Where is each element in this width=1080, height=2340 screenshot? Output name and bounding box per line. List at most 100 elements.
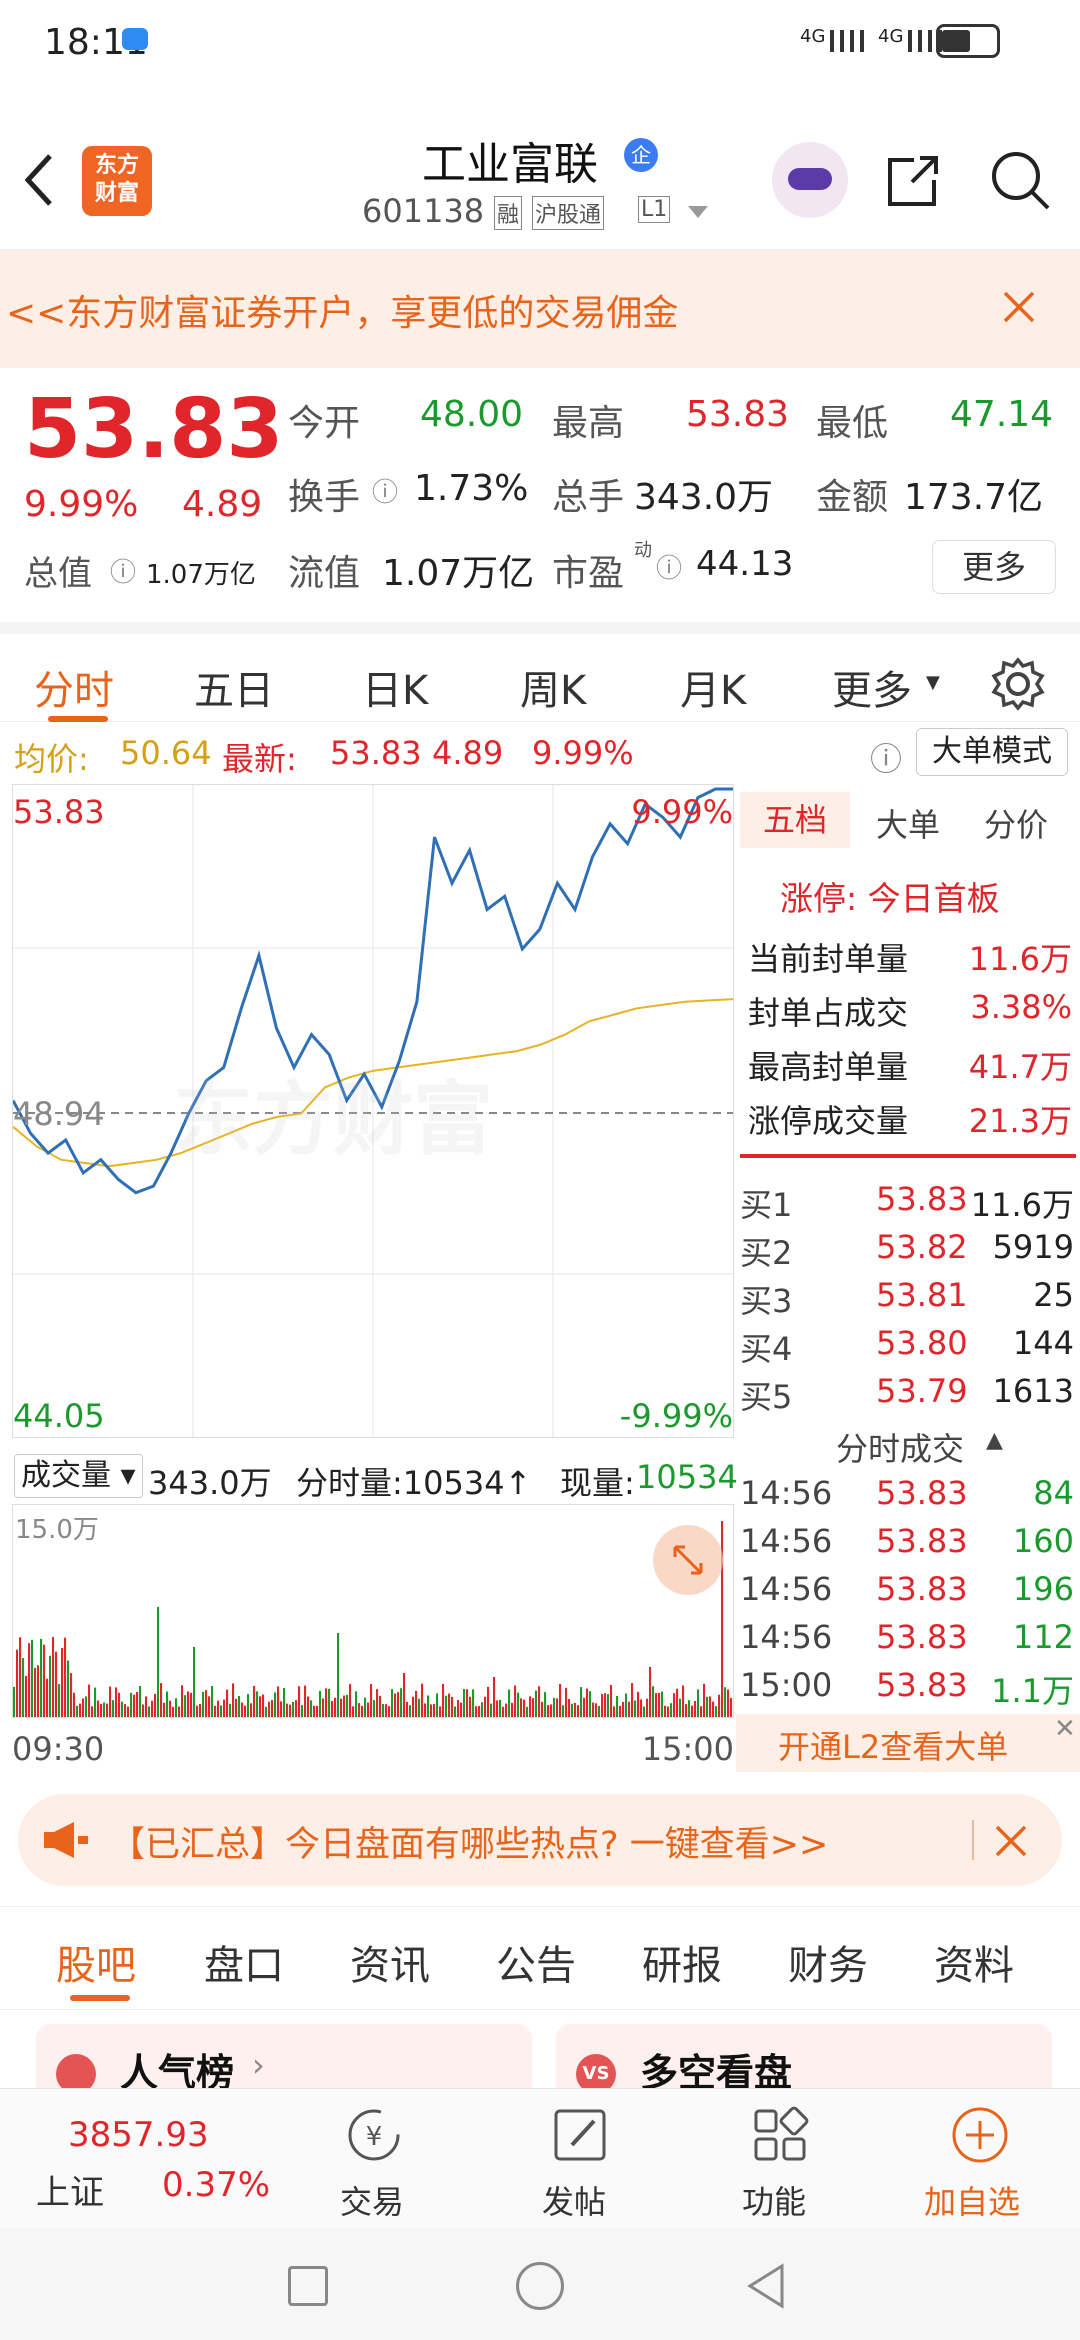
l2-text[interactable]: 开通L2查看大单 bbox=[778, 1722, 1008, 1768]
depth-tab-big-order[interactable]: 大单 bbox=[876, 800, 940, 846]
robot-avatar-icon[interactable] bbox=[772, 142, 848, 218]
share-icon[interactable] bbox=[884, 150, 944, 210]
section-tab[interactable]: 资料 bbox=[934, 1933, 1014, 1991]
volume-bar bbox=[496, 1700, 499, 1717]
enterprise-badge: 企 bbox=[624, 138, 658, 172]
tab-daily-k[interactable]: 日K bbox=[362, 658, 428, 716]
card-title: 人气榜 bbox=[120, 2051, 235, 2088]
promo-text[interactable]: 东方财富证券开户，享更低的交易佣金>> bbox=[6, 284, 766, 336]
home-icon[interactable] bbox=[516, 2262, 564, 2310]
tab-underline bbox=[70, 1995, 130, 2001]
stock-header: 东方 财富 工业富联 企 601138 融 沪股通 L1 bbox=[0, 120, 1080, 250]
recent-apps-icon[interactable] bbox=[288, 2266, 328, 2306]
tab-intraday[interactable]: 分时 bbox=[34, 658, 114, 716]
volume-bar bbox=[43, 1644, 46, 1717]
volume-bar bbox=[451, 1696, 454, 1717]
volume-bar bbox=[169, 1700, 172, 1717]
nav-trade[interactable]: ¥ 交易 bbox=[318, 2089, 438, 2229]
volume-bar bbox=[289, 1704, 292, 1717]
bid-volume: 25 bbox=[1033, 1276, 1074, 1314]
section-tab[interactable]: 公告 bbox=[496, 1933, 576, 1991]
close-icon[interactable]: ✕ bbox=[1054, 1714, 1076, 1744]
search-icon[interactable] bbox=[988, 148, 1052, 212]
section-tab[interactable]: 股吧 bbox=[56, 1933, 136, 1991]
back-nav-icon[interactable] bbox=[744, 2262, 788, 2310]
volume-bar bbox=[697, 1689, 700, 1717]
volume-bar bbox=[409, 1705, 412, 1717]
tab-five-day[interactable]: 五日 bbox=[194, 658, 274, 716]
volume-bar bbox=[403, 1673, 406, 1717]
info-icon[interactable]: ⓘ bbox=[372, 472, 398, 509]
expand-icon[interactable] bbox=[653, 1525, 723, 1595]
section-tab[interactable]: 资讯 bbox=[350, 1933, 430, 1991]
section-tab[interactable]: 财务 bbox=[788, 1933, 868, 1991]
trade-time: 14:56 bbox=[740, 1570, 833, 1608]
volume-chart[interactable]: 15.0万 bbox=[12, 1504, 734, 1718]
volume-bar bbox=[460, 1702, 463, 1717]
volume-bar bbox=[520, 1698, 523, 1717]
app-logo[interactable]: 东方 财富 bbox=[82, 146, 152, 216]
card-popularity[interactable]: 人气榜 › bbox=[36, 2024, 532, 2088]
limit-stat-value: 41.7万 bbox=[968, 1048, 1072, 1086]
volume-bar bbox=[247, 1694, 250, 1717]
gear-icon[interactable] bbox=[990, 656, 1046, 712]
promo-banner[interactable]: 东方财富证券开户，享更低的交易佣金>> bbox=[0, 250, 1080, 368]
depth-tab-price[interactable]: 分价 bbox=[984, 800, 1048, 846]
volume-selector[interactable]: 成交量 ▾ bbox=[14, 1454, 143, 1498]
big-order-mode-button[interactable]: 大单模式 bbox=[916, 728, 1068, 776]
volume-bar bbox=[364, 1697, 367, 1717]
close-icon[interactable] bbox=[994, 1824, 1028, 1858]
back-icon[interactable] bbox=[20, 150, 60, 210]
volume-bar bbox=[673, 1693, 676, 1717]
hot-topics-notice[interactable]: 【已汇总】今日盘面有哪些热点? 一键查看>> bbox=[18, 1794, 1062, 1886]
bid-label: 买5 bbox=[740, 1378, 793, 1416]
pe-label: 市盈 bbox=[552, 553, 625, 594]
intraday-chart[interactable]: 东方财富 53.83 9.99% 48.94 44.05 -9.99% bbox=[12, 784, 734, 1438]
info-icon[interactable]: ⓘ bbox=[656, 548, 682, 585]
volume-bar bbox=[49, 1655, 52, 1717]
amount-value: 173.7亿 bbox=[904, 477, 1044, 518]
volume-bar bbox=[184, 1695, 187, 1717]
notice-text[interactable]: 【已汇总】今日盘面有哪些热点? 一键查看>> bbox=[110, 1816, 828, 1867]
section-tab[interactable]: 盘口 bbox=[204, 1933, 284, 1991]
info-icon[interactable]: ⓘ bbox=[110, 552, 136, 589]
limit-stat-label: 最高封单量 bbox=[748, 1048, 909, 1086]
card-long-short[interactable]: VS 多空看盘 bbox=[556, 2024, 1052, 2088]
volume-bar bbox=[490, 1703, 493, 1717]
help-icon[interactable]: ⓘ bbox=[870, 734, 902, 780]
sort-up-icon[interactable]: ▲ bbox=[986, 1428, 1003, 1453]
depth-tab-five-level[interactable]: 五档 bbox=[740, 792, 850, 848]
volume-bar bbox=[523, 1699, 526, 1717]
tab-more[interactable]: 更多 bbox=[832, 658, 912, 716]
volume-bar bbox=[382, 1704, 385, 1717]
section-tab[interactable]: 研报 bbox=[642, 1933, 722, 1991]
nav-add-watchlist[interactable]: 加自选 bbox=[910, 2089, 1050, 2229]
volume-bar bbox=[220, 1705, 223, 1717]
chevron-down-icon[interactable] bbox=[686, 204, 710, 222]
volume-bar bbox=[430, 1704, 433, 1717]
tab-monthly-k[interactable]: 月K bbox=[680, 658, 746, 716]
volume-bar bbox=[655, 1693, 658, 1717]
volume-bar bbox=[550, 1704, 553, 1717]
close-icon[interactable] bbox=[1002, 290, 1036, 324]
nav-functions[interactable]: 功能 bbox=[720, 2089, 840, 2229]
trade-volume: 196 bbox=[1012, 1570, 1074, 1608]
l2-banner[interactable]: 开通L2查看大单 ✕ bbox=[736, 1714, 1080, 1772]
index-widget[interactable]: 3857.93 上证 0.37% bbox=[0, 2089, 290, 2229]
volume-bar bbox=[106, 1703, 109, 1717]
volume-bar bbox=[274, 1692, 277, 1717]
tab-weekly-k[interactable]: 周K bbox=[520, 658, 586, 716]
bid-price: 53.83 bbox=[876, 1180, 968, 1218]
volume-bar bbox=[703, 1683, 706, 1717]
volume-bar bbox=[163, 1702, 166, 1717]
volume-bar bbox=[616, 1695, 619, 1717]
volume-bar bbox=[13, 1687, 16, 1717]
volume-bar bbox=[643, 1706, 646, 1717]
volume-bar bbox=[136, 1692, 139, 1717]
nav-post[interactable]: 发帖 bbox=[520, 2089, 640, 2229]
vs-icon: VS bbox=[576, 2054, 616, 2088]
more-button[interactable]: 更多 bbox=[932, 540, 1056, 594]
bottom-nav: 3857.93 上证 0.37% ¥ 交易 发帖 功能 加自选 bbox=[0, 2088, 1080, 2228]
volume-bar bbox=[244, 1705, 247, 1717]
volume-bar bbox=[202, 1691, 205, 1717]
